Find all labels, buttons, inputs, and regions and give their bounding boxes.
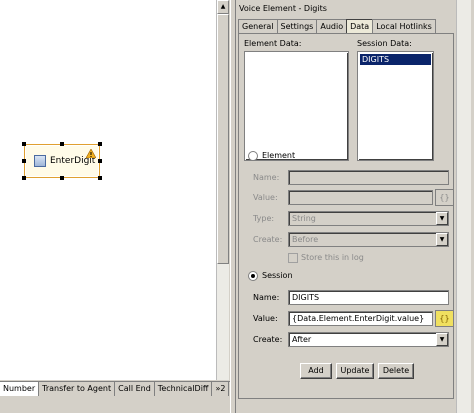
selection-handle[interactable] [60, 142, 64, 146]
scroll-thumb[interactable] [217, 14, 229, 264]
chevron-down-icon[interactable]: ▼ [436, 212, 448, 225]
data-tab-page: Element Data: Session Data: DIGITS Eleme… [238, 33, 454, 399]
element-data-list[interactable] [244, 51, 349, 161]
flow-tab-strip: Number Transfer to Agent Call End Techni… [0, 381, 230, 396]
enter-digit-node[interactable]: EnterDigit [22, 142, 102, 180]
tab-settings[interactable]: Settings [276, 19, 318, 33]
scroll-up-arrow-icon[interactable]: ▲ [217, 0, 229, 14]
tab-number[interactable]: Number [0, 382, 40, 396]
tab-audio[interactable]: Audio [316, 19, 348, 33]
element-value-expression-icon[interactable]: {} [435, 189, 454, 206]
tab-overflow[interactable]: »2 [212, 382, 230, 396]
selection-handle[interactable] [98, 159, 102, 163]
store-in-log-label: Store this in log [301, 253, 364, 262]
session-value-expression-icon[interactable]: {} [435, 310, 454, 327]
element-type-select[interactable]: String [288, 211, 449, 226]
store-in-log-checkbox[interactable] [288, 253, 298, 263]
session-data-label: Session Data: [357, 39, 412, 48]
session-data-list[interactable]: DIGITS [357, 51, 434, 161]
tab-local-hotlinks[interactable]: Local Hotlinks [372, 19, 436, 33]
chevron-down-icon[interactable]: ▼ [436, 333, 448, 346]
session-value-field[interactable]: {Data.Element.EnterDigit.value} [288, 311, 433, 326]
element-create-label: Create: [253, 235, 283, 244]
voice-element-icon [34, 155, 46, 167]
selection-handle[interactable] [22, 159, 26, 163]
element-radio-label: Element [262, 151, 296, 160]
add-button[interactable]: Add [300, 363, 332, 379]
tab-general[interactable]: General [238, 19, 278, 33]
element-type-label: Type: [253, 214, 275, 223]
element-data-label: Element Data: [244, 39, 302, 48]
selection-handle[interactable] [98, 176, 102, 180]
properties-tabs: General Settings Audio Data Local Hotlin… [238, 19, 436, 34]
selection-handle[interactable] [98, 142, 102, 146]
session-name-label: Name: [253, 293, 280, 302]
selection-handle[interactable] [60, 176, 64, 180]
chevron-down-icon[interactable]: ▼ [436, 233, 448, 246]
update-button[interactable]: Update [336, 363, 374, 379]
properties-panel: Voice Element - Digits General Settings … [236, 0, 474, 413]
session-value-label: Value: [253, 314, 278, 323]
session-radio-label: Session [262, 271, 293, 280]
warning-icon [86, 149, 96, 158]
selection-handle[interactable] [22, 176, 26, 180]
tab-technicaldiff[interactable]: TechnicalDiff [155, 382, 213, 396]
panel-vertical-scrollbar[interactable] [456, 0, 471, 413]
canvas-horizontal-scrollbar[interactable] [0, 396, 230, 413]
tab-transfer-to-agent[interactable]: Transfer to Agent [39, 382, 116, 396]
delete-button[interactable]: Delete [378, 363, 414, 379]
element-name-label: Name: [253, 173, 280, 182]
canvas-vertical-scrollbar[interactable]: ▲ [216, 0, 229, 380]
selection-handle[interactable] [22, 142, 26, 146]
session-create-select[interactable]: After [288, 332, 449, 347]
session-data-item[interactable]: DIGITS [360, 54, 431, 65]
session-name-field[interactable]: DIGITS [288, 290, 449, 305]
element-radio[interactable] [248, 151, 258, 161]
tab-call-end[interactable]: Call End [115, 382, 155, 396]
tab-data[interactable]: Data [346, 19, 374, 34]
panel-title: Voice Element - Digits [239, 4, 327, 13]
flow-canvas[interactable]: EnterDigit [0, 0, 216, 380]
element-name-field[interactable] [288, 170, 449, 185]
element-value-field[interactable] [288, 190, 433, 205]
element-value-label: Value: [253, 193, 278, 202]
session-radio[interactable] [248, 271, 258, 281]
session-create-label: Create: [253, 335, 283, 344]
element-create-select[interactable]: Before [288, 232, 449, 247]
